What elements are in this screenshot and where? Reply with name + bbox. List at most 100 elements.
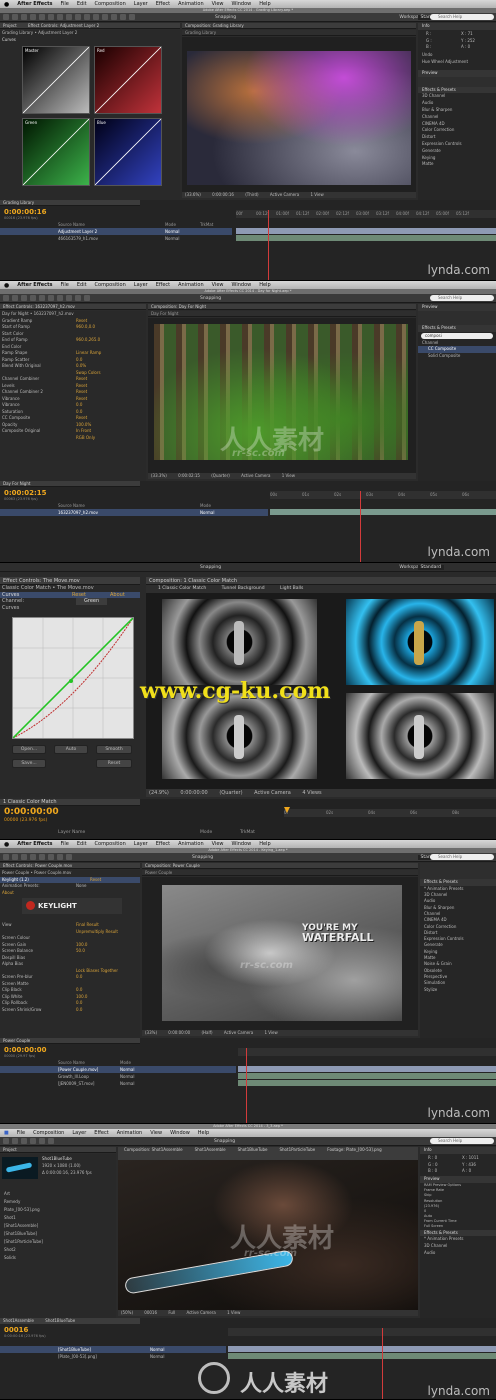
- layer-row-2[interactable]: 466163579_h1.mov Normal: [0, 235, 232, 242]
- effects-category-item[interactable]: Blur & Sharpen: [418, 107, 496, 114]
- zoom-level[interactable]: (33%): [145, 1030, 157, 1035]
- snapping-label[interactable]: Snapping: [192, 855, 213, 860]
- composition-viewer[interactable]: [182, 37, 416, 192]
- undo-item[interactable]: Hue Wheel Adjustment: [418, 59, 496, 66]
- eraser-tool-icon[interactable]: [111, 14, 117, 20]
- search-help-input[interactable]: Search Help: [430, 854, 494, 860]
- rotate-tool-icon[interactable]: [39, 14, 45, 20]
- layer-1-mode[interactable]: Normal: [165, 228, 179, 235]
- menu-view[interactable]: View: [212, 841, 224, 847]
- effects-category-item[interactable]: Matte: [418, 161, 496, 168]
- hand-tool-icon[interactable]: [21, 14, 27, 20]
- playhead[interactable]: [360, 491, 361, 562]
- composition-chip[interactable]: Grading Library: [182, 30, 416, 36]
- animation-presets-select[interactable]: None: [76, 883, 86, 890]
- menu-window[interactable]: Window: [232, 282, 252, 288]
- time-ruler[interactable]: 00s 01s 02s 03s 04s 05s 06s: [270, 491, 496, 499]
- menu-layer[interactable]: Layer: [72, 1130, 86, 1136]
- project-item[interactable]: Plate_[00-53].png: [0, 1206, 116, 1214]
- menu-effect[interactable]: Effect: [156, 841, 170, 847]
- pen-tool-icon[interactable]: [57, 295, 63, 301]
- viewer-timecode[interactable]: 0:00:00:16: [212, 192, 234, 197]
- subtab-classic-color-match[interactable]: 1 Classic Color Match: [158, 586, 206, 591]
- blue-curve-graph[interactable]: Blue: [94, 118, 162, 186]
- effects-presets-tab[interactable]: Effects & Presets: [418, 324, 496, 332]
- timeline-tab-bluetube[interactable]: Shot1BlueTube: [45, 1318, 75, 1323]
- project-item[interactable]: Remedy: [0, 1198, 116, 1206]
- layer-2-bar[interactable]: [238, 1073, 496, 1079]
- home-tool-icon[interactable]: [3, 1138, 9, 1144]
- menu-after-effects[interactable]: After Effects: [17, 841, 52, 847]
- effects-presets-tab[interactable]: Effects & Presets: [420, 879, 496, 886]
- effects-category-item[interactable]: Stylize: [420, 987, 496, 993]
- home-tool-icon[interactable]: [3, 295, 9, 301]
- view-layout-select[interactable]: 1 View: [282, 473, 295, 478]
- zoom-level[interactable]: (50%): [121, 1310, 133, 1315]
- menu-help[interactable]: Help: [259, 282, 270, 288]
- timeline-timecode[interactable]: 0:00:02:15: [4, 489, 47, 497]
- menu-window[interactable]: Window: [170, 1130, 190, 1136]
- menu-window[interactable]: Window: [232, 841, 252, 847]
- project-item[interactable]: Art: [0, 1190, 116, 1198]
- composition-chip[interactable]: Day For Night: [148, 311, 416, 317]
- menu-file[interactable]: File: [17, 1130, 25, 1136]
- roto-brush-icon[interactable]: [120, 14, 126, 20]
- master-curve-graph[interactable]: Master: [22, 46, 90, 114]
- type-tool-icon[interactable]: [84, 14, 90, 20]
- effects-presets-tab[interactable]: Effects & Presets: [418, 86, 496, 94]
- resolution-select[interactable]: (Third): [245, 192, 258, 197]
- project-item[interactable]: [Shot1Assemble]: [0, 1222, 116, 1230]
- subtab-tunnel-background[interactable]: Tunnel Background: [222, 586, 265, 591]
- curves-about-link[interactable]: About: [110, 592, 125, 599]
- zoom-level[interactable]: (33.3%): [151, 473, 167, 478]
- effects-category-item[interactable]: Keying: [418, 155, 496, 162]
- rotate-tool-icon[interactable]: [39, 1138, 45, 1144]
- resolution-select[interactable]: (Quarter): [211, 473, 230, 478]
- layer-row-3[interactable]: [JEN0009_ST.mov] Normal: [0, 1080, 236, 1087]
- snapping-label[interactable]: Snapping: [200, 565, 221, 570]
- red-curve-graph[interactable]: Red: [94, 46, 162, 114]
- menu-edit[interactable]: Edit: [77, 282, 87, 288]
- curves-open-button[interactable]: Open...: [12, 745, 46, 754]
- timeline-tab[interactable]: Day For Night: [0, 481, 140, 487]
- type-tool-icon[interactable]: [66, 854, 72, 860]
- menu-layer[interactable]: Layer: [134, 841, 148, 847]
- composition-viewer[interactable]: YOU'RE MY WATERFALL: [142, 877, 418, 1030]
- timeline-timecode[interactable]: 0:00:00:00: [4, 807, 59, 817]
- menu-help[interactable]: Help: [198, 1130, 209, 1136]
- puppet-tool-icon[interactable]: [129, 14, 135, 20]
- camera-tool-icon[interactable]: [48, 854, 54, 860]
- zoom-level[interactable]: (24.9%): [149, 790, 169, 796]
- effects-category-item[interactable]: Generate: [418, 148, 496, 155]
- layer-2-mode[interactable]: Normal: [150, 1353, 164, 1360]
- zoom-tool-icon[interactable]: [30, 1138, 36, 1144]
- camera-tool-icon[interactable]: [48, 14, 54, 20]
- composition-tab[interactable]: Composition: Shot1Assemble: [124, 1147, 183, 1153]
- layer-2-mode[interactable]: Normal: [165, 235, 179, 242]
- menu-file[interactable]: File: [60, 282, 68, 288]
- info-tab[interactable]: Info: [420, 1147, 496, 1154]
- effects-category-item[interactable]: Distort: [418, 134, 496, 141]
- composition-tab[interactable]: Shot1ParticleTube: [279, 1147, 315, 1153]
- project-item[interactable]: [Shot1BlueTube]: [0, 1230, 116, 1238]
- effects-category-channel[interactable]: Channel: [418, 340, 496, 347]
- project-item[interactable]: [Shot1ParticleTube]: [0, 1238, 116, 1246]
- layer-1-bar[interactable]: [228, 1346, 496, 1352]
- camera-select[interactable]: Active Camera: [241, 473, 270, 478]
- layer-2-bar[interactable]: [228, 1353, 496, 1359]
- curves-reset-button[interactable]: Reset: [96, 759, 132, 768]
- effects-category-item[interactable]: Color Correction: [418, 127, 496, 134]
- project-tab[interactable]: Project: [3, 23, 17, 28]
- search-help-input[interactable]: Search Help: [430, 295, 494, 301]
- viewer-timecode[interactable]: 0:00:00:00: [168, 1030, 190, 1035]
- pen-tool-icon[interactable]: [57, 854, 63, 860]
- curves-auto-button[interactable]: Auto: [54, 745, 88, 754]
- playhead[interactable]: [268, 210, 269, 280]
- menu-animation[interactable]: Animation: [178, 282, 204, 288]
- menu-composition[interactable]: Composition: [95, 1, 126, 7]
- selection-tool-icon[interactable]: [12, 295, 18, 301]
- timeline-timecode[interactable]: 00016: [4, 1326, 28, 1334]
- effects-presets-tab[interactable]: Effects & Presets: [420, 1229, 496, 1237]
- layer-1-mode[interactable]: Normal: [150, 1346, 164, 1353]
- timeline-timecode[interactable]: 0:00:00:16: [4, 208, 47, 216]
